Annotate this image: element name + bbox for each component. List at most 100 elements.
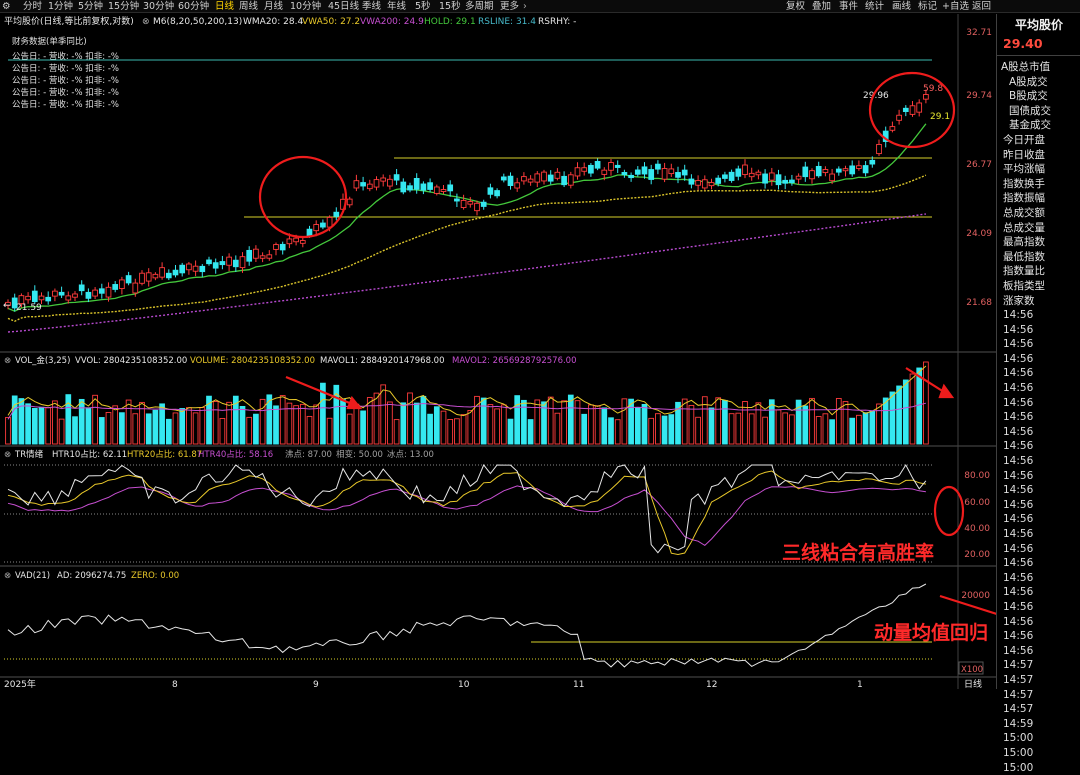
period-tab-16[interactable]: 更多 bbox=[500, 0, 519, 13]
panel-field: 板指类型 bbox=[1001, 279, 1079, 294]
overlay-button[interactable]: 叠加 bbox=[812, 0, 831, 13]
panel-field: A股成交 bbox=[1001, 75, 1079, 90]
period-tab-5[interactable]: 60分钟 bbox=[178, 0, 209, 13]
period-tab-0[interactable]: 分时 bbox=[23, 0, 42, 13]
x-tick: 9 bbox=[313, 680, 319, 689]
tr-y-axis: 80.00 60.00 40.00 20.00 bbox=[964, 471, 990, 560]
annotation-three-lines: 三线粘合有高胜率 bbox=[782, 538, 934, 565]
vol-pane-header: ⊗ VOL_金(3,25) VVOL: 2804235108352.00 VOL… bbox=[4, 355, 577, 366]
panel-divider bbox=[997, 55, 1080, 56]
period-tab-15[interactable]: 多周期 bbox=[465, 0, 494, 13]
restore-button[interactable]: 复权 bbox=[786, 0, 805, 13]
panel-time: 14:56 bbox=[1001, 454, 1079, 469]
x-tick: 12 bbox=[706, 680, 717, 689]
financial-data-box: 财务数据(单季同比) 公告日: - 营收: -% 扣非: -% 公告日: - 营… bbox=[12, 36, 119, 110]
period-tab-13[interactable]: 5秒 bbox=[415, 0, 431, 13]
main-ind-6: RSRHY: - bbox=[538, 17, 576, 27]
stock-chart-area[interactable]: 平均股价(日线,等比前复权,对数) ⊗ M6(8,20,50,200,13) W… bbox=[0, 14, 996, 689]
panel-times: 14:5614:5614:5614:5614:5614:5614:5614:56… bbox=[1001, 308, 1079, 775]
highlight-circle bbox=[935, 487, 963, 535]
panel-time: 14:56 bbox=[1001, 585, 1079, 600]
main-ind-2: VWA50: 27.2 bbox=[302, 17, 360, 27]
y-tick: 29.74 bbox=[966, 91, 992, 101]
period-tab-12[interactable]: 年线 bbox=[387, 0, 406, 13]
panel-time: 14:56 bbox=[1001, 308, 1079, 323]
period-tab-2[interactable]: 5分钟 bbox=[78, 0, 103, 13]
fin-row: 公告日: - 营收: -% 扣非: -% bbox=[12, 75, 119, 86]
y-tick: 60.00 bbox=[964, 498, 990, 508]
mark-button[interactable]: 标记 bbox=[918, 0, 937, 13]
main-ind-5: RSLINE: 31.4 bbox=[478, 17, 536, 27]
statistics-button[interactable]: 统计 bbox=[865, 0, 884, 13]
vad-item: AD: 2096274.75 bbox=[57, 571, 126, 581]
x-axis: 2025年 8 9 10 11 12 1 日线 bbox=[4, 678, 982, 689]
panel-time: 14:56 bbox=[1001, 439, 1079, 454]
pane-separators bbox=[0, 14, 996, 689]
period-tab-14[interactable]: 15秒 bbox=[439, 0, 461, 13]
panel-field: 总成交量 bbox=[1001, 221, 1079, 236]
panel-time: 14:56 bbox=[1001, 527, 1079, 542]
y-tick: 80.00 bbox=[964, 471, 990, 481]
panel-time: 14:56 bbox=[1001, 410, 1079, 425]
x-axis-period-label: 日线 bbox=[964, 678, 982, 689]
box-label-high: 59.8 bbox=[923, 84, 943, 94]
panel-field: 基金成交 bbox=[1001, 118, 1079, 133]
panel-field: 指数换手 bbox=[1001, 177, 1079, 192]
tr-item: 相变: 50.00 bbox=[336, 449, 383, 460]
x-tick: 1 bbox=[857, 680, 863, 689]
htr40-line bbox=[8, 486, 926, 546]
panel-price: 29.40 bbox=[1003, 36, 1043, 51]
close-x-icon[interactable]: ⊗ bbox=[4, 571, 11, 581]
period-tab-10[interactable]: 45日线 bbox=[328, 0, 359, 13]
panel-time: 15:00 bbox=[1001, 731, 1079, 746]
period-tab-8[interactable]: 月线 bbox=[264, 0, 283, 13]
close-x-icon[interactable]: ⊗ bbox=[142, 17, 150, 27]
period-tab-1[interactable]: 1分钟 bbox=[48, 0, 73, 13]
panel-field: 最高指数 bbox=[1001, 235, 1079, 250]
vad-item: ZERO: 0.00 bbox=[131, 571, 179, 581]
add-watchlist-button[interactable]: +自选 bbox=[942, 0, 969, 13]
panel-time: 14:56 bbox=[1001, 483, 1079, 498]
close-x-icon[interactable]: ⊗ bbox=[4, 450, 11, 460]
panel-header-label: A股总市值 bbox=[1001, 60, 1079, 75]
settings-icon[interactable]: ⚙ bbox=[2, 0, 11, 13]
main-ind-4: HOLD: 29.1 bbox=[424, 17, 476, 27]
panel-time: 14:57 bbox=[1001, 673, 1079, 688]
panel-field: 国债成交 bbox=[1001, 104, 1079, 119]
ma200-line bbox=[8, 214, 926, 332]
panel-time: 14:56 bbox=[1001, 366, 1079, 381]
x-tick: 8 bbox=[172, 680, 178, 689]
more-chevron-icon[interactable]: › bbox=[523, 0, 527, 13]
panel-time: 14:56 bbox=[1001, 396, 1079, 411]
panel-time: 14:56 bbox=[1001, 571, 1079, 586]
ma50-line bbox=[8, 175, 926, 321]
period-tab-11[interactable]: 季线 bbox=[362, 0, 381, 13]
tr-name: TR情绪 bbox=[14, 449, 44, 460]
period-tab-3[interactable]: 15分钟 bbox=[108, 0, 139, 13]
vol-name: VOL_金(3,25) bbox=[15, 355, 70, 366]
candlestick-series bbox=[6, 90, 929, 312]
period-tab-9[interactable]: 10分钟 bbox=[290, 0, 321, 13]
panel-fields: A股成交B股成交国债成交基金成交今日开盘昨日收盘平均涨幅指数换手指数振幅总成交额… bbox=[1001, 75, 1079, 309]
y-tick: 32.71 bbox=[966, 28, 992, 38]
tr-item: HTR10占比: 62.11 bbox=[52, 449, 127, 460]
panel-time: 14:57 bbox=[1001, 688, 1079, 703]
fin-row: 公告日: - 营收: -% 扣非: -% bbox=[12, 99, 119, 110]
close-x-icon[interactable]: ⊗ bbox=[4, 356, 11, 366]
fin-row: 公告日: - 营收: -% 扣非: -% bbox=[12, 63, 119, 74]
period-tab-6[interactable]: 日线 bbox=[215, 0, 234, 13]
panel-field: 涨家数 bbox=[1001, 294, 1079, 309]
main-ind-1: WMA20: 28.4 bbox=[243, 17, 303, 27]
panel-time: 14:56 bbox=[1001, 512, 1079, 527]
period-tab-4[interactable]: 30分钟 bbox=[143, 0, 174, 13]
tr-item: HTR40占比: 58.16 bbox=[198, 449, 273, 460]
period-tab-7[interactable]: 周线 bbox=[239, 0, 258, 13]
panel-field: 今日开盘 bbox=[1001, 133, 1079, 148]
vad-pane-header: ⊗ VAD(21) AD: 2096274.75 ZERO: 0.00 bbox=[4, 571, 179, 581]
back-button[interactable]: 返回 bbox=[972, 0, 991, 13]
vol-item: MAVOL2: 2656928792576.00 bbox=[452, 356, 577, 366]
volume-ma1-line bbox=[8, 366, 926, 416]
panel-field: B股成交 bbox=[1001, 89, 1079, 104]
event-button[interactable]: 事件 bbox=[839, 0, 858, 13]
draw-line-button[interactable]: 画线 bbox=[892, 0, 911, 13]
